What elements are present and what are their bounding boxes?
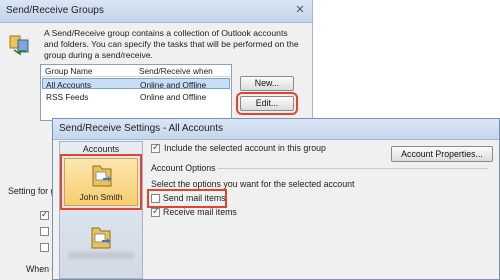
include-account-checkbox[interactable]	[151, 142, 160, 153]
send-mail-checkbox[interactable]	[151, 194, 160, 203]
group-name: RSS Feeds	[46, 92, 89, 102]
account-item-john-smith[interactable]: John Smith	[60, 154, 142, 210]
edit-button[interactable]: Edit...	[236, 92, 298, 115]
group-setting-checkbox-2[interactable]	[40, 227, 49, 236]
groups-list: Group Name Send/Receive when All Account…	[40, 64, 232, 121]
settings-window-title: Send/Receive Settings - All Accounts	[59, 123, 223, 134]
group-setting-checkbox-1[interactable]	[40, 209, 49, 220]
account-folder-icon	[92, 165, 112, 187]
group-setting-checkbox-3[interactable]	[40, 243, 49, 252]
settings-title-bar: Send/Receive Settings - All Accounts	[53, 119, 499, 140]
account-name: John Smith	[79, 192, 123, 202]
groups-title-bar: Send/Receive Groups ✕	[0, 0, 312, 23]
list-item-rss-feeds[interactable]: RSS Feeds Online and Offline	[42, 91, 230, 102]
accounts-header: Accounts	[82, 144, 120, 154]
account-folder-icon[interactable]	[90, 224, 112, 250]
setting-for-group-label: Setting for g	[8, 186, 56, 196]
new-button[interactable]: New...	[240, 76, 294, 91]
column-header-group-name[interactable]: Group Name	[45, 66, 93, 76]
account-options-prompt: Select the options you want for the sele…	[151, 179, 355, 189]
groups-description: A Send/Receive group contains a collecti…	[44, 28, 299, 60]
send-mail-label: Send mail items	[163, 193, 226, 203]
options-divider	[218, 168, 488, 169]
group-name: All Accounts	[46, 80, 92, 90]
account-options-header: Account Options	[151, 163, 216, 173]
send-receive-settings-window: Send/Receive Settings - All Accounts Acc…	[52, 118, 500, 280]
group-when: Online and Offline	[140, 92, 207, 102]
blurred-account-name	[68, 252, 134, 259]
send-receive-groups-icon	[9, 35, 29, 56]
accounts-pane: Accounts John Smith	[59, 141, 143, 279]
receive-mail-label: Receive mail items	[163, 207, 237, 217]
groups-window-title: Send/Receive Groups	[6, 5, 104, 16]
include-account-label: Include the selected account in this gro…	[164, 143, 326, 153]
send-mail-option[interactable]: Send mail items	[147, 189, 227, 208]
column-header-when[interactable]: Send/Receive when	[139, 66, 213, 76]
receive-mail-checkbox[interactable]	[151, 206, 160, 217]
close-icon[interactable]: ✕	[294, 4, 306, 16]
group-when: Online and Offline	[140, 80, 207, 90]
account-properties-button[interactable]: Account Properties...	[391, 146, 493, 162]
groups-list-header: Group Name Send/Receive when	[41, 65, 231, 77]
list-item-all-accounts[interactable]: All Accounts Online and Offline	[42, 78, 230, 90]
